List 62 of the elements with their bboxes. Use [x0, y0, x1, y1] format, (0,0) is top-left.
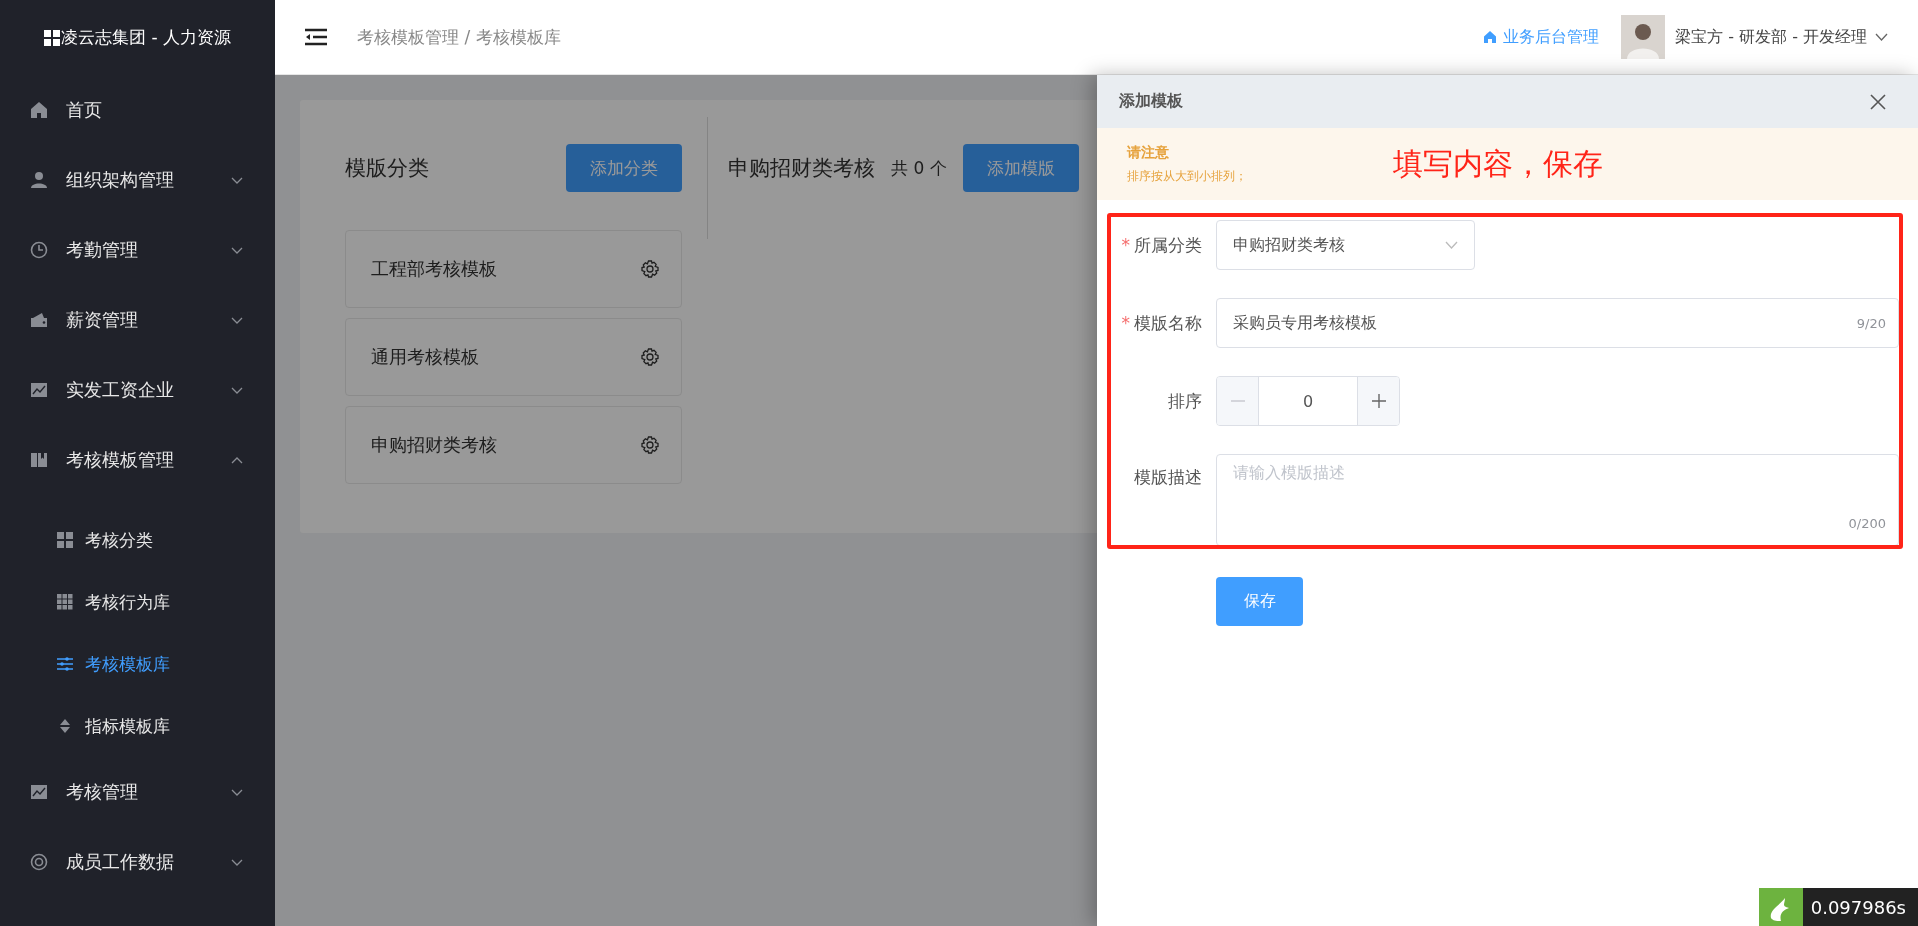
menu-item[interactable]: 实发工资企业 — [0, 355, 275, 425]
category-item[interactable]: 申购招财类考核 — [345, 406, 682, 484]
home-icon — [1483, 30, 1498, 44]
gear-icon[interactable] — [641, 348, 659, 366]
user-icon — [30, 171, 48, 189]
chevron-down-icon[interactable] — [1875, 33, 1888, 41]
menu-item[interactable]: 考核管理 — [0, 757, 275, 827]
menu-icon[interactable] — [305, 28, 327, 46]
chart-icon — [30, 783, 48, 801]
notice-text: 排序按从大到小排列； — [1127, 167, 1248, 185]
wallet-icon — [30, 311, 48, 329]
debug-badge[interactable]: 0.097986s — [1758, 888, 1918, 926]
lifebuoy-icon — [30, 853, 48, 871]
submenu-item[interactable]: 指标模板库 — [0, 695, 275, 757]
grid-icon — [57, 532, 73, 548]
menu-item[interactable]: 薪资管理 — [0, 285, 275, 355]
submenu-item[interactable]: 考核分类 — [0, 509, 275, 571]
category-name: 工程部考核模板 — [371, 257, 497, 281]
category-name: 申购招财类考核 — [371, 433, 497, 457]
grid-icon — [44, 29, 60, 46]
panel-title: 申购招财类考核 — [728, 155, 875, 182]
char-counter: 9/20 — [1856, 315, 1886, 331]
gear-icon[interactable] — [641, 260, 659, 278]
sort-icon — [57, 718, 73, 734]
load-time: 0.097986s — [1810, 896, 1906, 918]
name-input[interactable]: 采购员专用考核模板 — [1233, 312, 1377, 334]
user-name[interactable]: 梁宝方 - 研发部 - 开发经理 — [1675, 26, 1867, 48]
close-icon[interactable] — [1870, 93, 1886, 110]
avatar[interactable] — [1621, 15, 1666, 59]
home-icon — [30, 101, 48, 119]
menu-item[interactable]: 组织架构管理 — [0, 145, 275, 215]
dots-grid-icon — [57, 594, 73, 610]
field-label: 模版描述 — [1134, 467, 1202, 487]
menu-item[interactable]: 首页 — [0, 75, 275, 145]
menu-item[interactable]: 成员工作数据 — [0, 827, 275, 897]
panel-title: 模版分类 — [345, 155, 429, 182]
sliders-icon — [57, 656, 73, 672]
char-counter: 0/200 — [1848, 516, 1886, 531]
menu-item[interactable]: 考勤管理 — [0, 215, 275, 285]
breadcrumb: 考核模板管理 / 考核模板库 — [357, 25, 561, 49]
category-select[interactable]: 申购招财类考核 — [1216, 220, 1475, 270]
annotation-text: 填写内容，保存 — [1393, 144, 1603, 183]
book-icon — [30, 451, 48, 469]
brand-title: 凌云志集团 - 人力资源 — [61, 26, 231, 49]
field-label: 所属分类 — [1134, 234, 1202, 255]
clock-icon — [30, 241, 48, 259]
submenu-item[interactable]: 考核行为库 — [0, 571, 275, 633]
field-label: 模版名称 — [1134, 312, 1202, 333]
chart-icon — [30, 381, 48, 399]
category-name: 通用考核模板 — [371, 345, 479, 369]
required-mark: * — [1121, 312, 1130, 333]
drawer-title: 添加模板 — [1119, 91, 1183, 112]
category-item[interactable]: 工程部考核模板 — [345, 230, 682, 308]
required-mark: * — [1121, 234, 1130, 255]
gear-icon[interactable] — [641, 436, 659, 454]
template-count: 共 0 个 — [891, 156, 947, 180]
notice-title: 请注意 — [1127, 143, 1170, 162]
chevron-down-icon — [1445, 241, 1458, 249]
category-item[interactable]: 通用考核模板 — [345, 318, 682, 396]
field-label: 排序 — [1168, 390, 1202, 411]
submenu-item[interactable]: 考核模板库 — [0, 633, 275, 695]
menu-item[interactable]: 考核模板管理 — [0, 425, 275, 495]
